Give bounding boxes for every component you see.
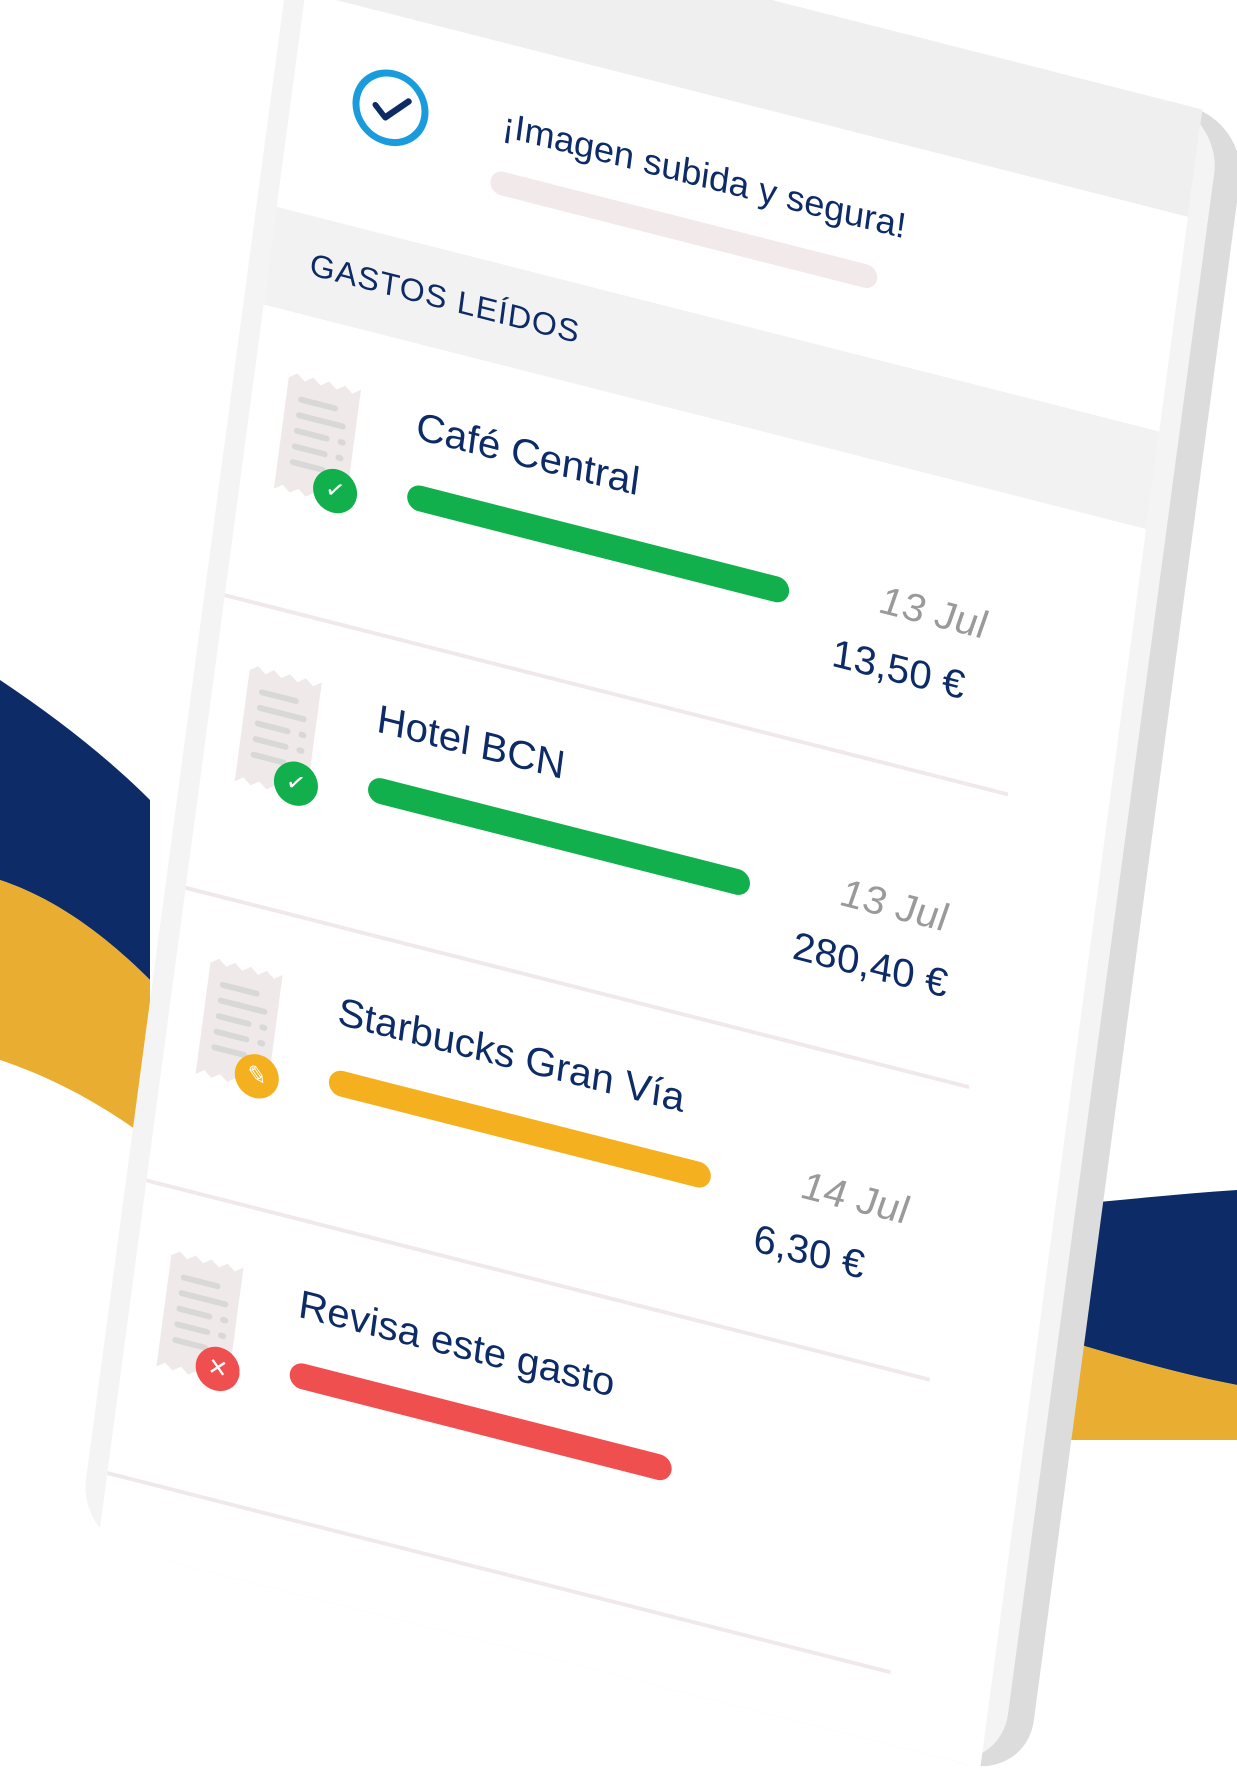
row-divider (107, 1471, 891, 1675)
status-progress-bar (288, 1360, 674, 1484)
status-progress-bar (366, 775, 752, 898)
phone-mockup: ¡Imagen subida y segura! GASTOS LEÍDOS ✓… (78, 0, 1223, 1773)
expense-date: 13 Jul (877, 578, 990, 648)
expense-amount: 13,50 € (829, 631, 968, 708)
merchant-name: Café Central (413, 404, 643, 505)
check-circle-icon (347, 61, 434, 155)
expense-date: 14 Jul (799, 1163, 911, 1234)
merchant-name: Hotel BCN (374, 697, 568, 788)
expense-date: 13 Jul (838, 870, 950, 941)
status-progress-bar (405, 482, 791, 606)
expense-amount: 6,30 € (751, 1216, 868, 1288)
